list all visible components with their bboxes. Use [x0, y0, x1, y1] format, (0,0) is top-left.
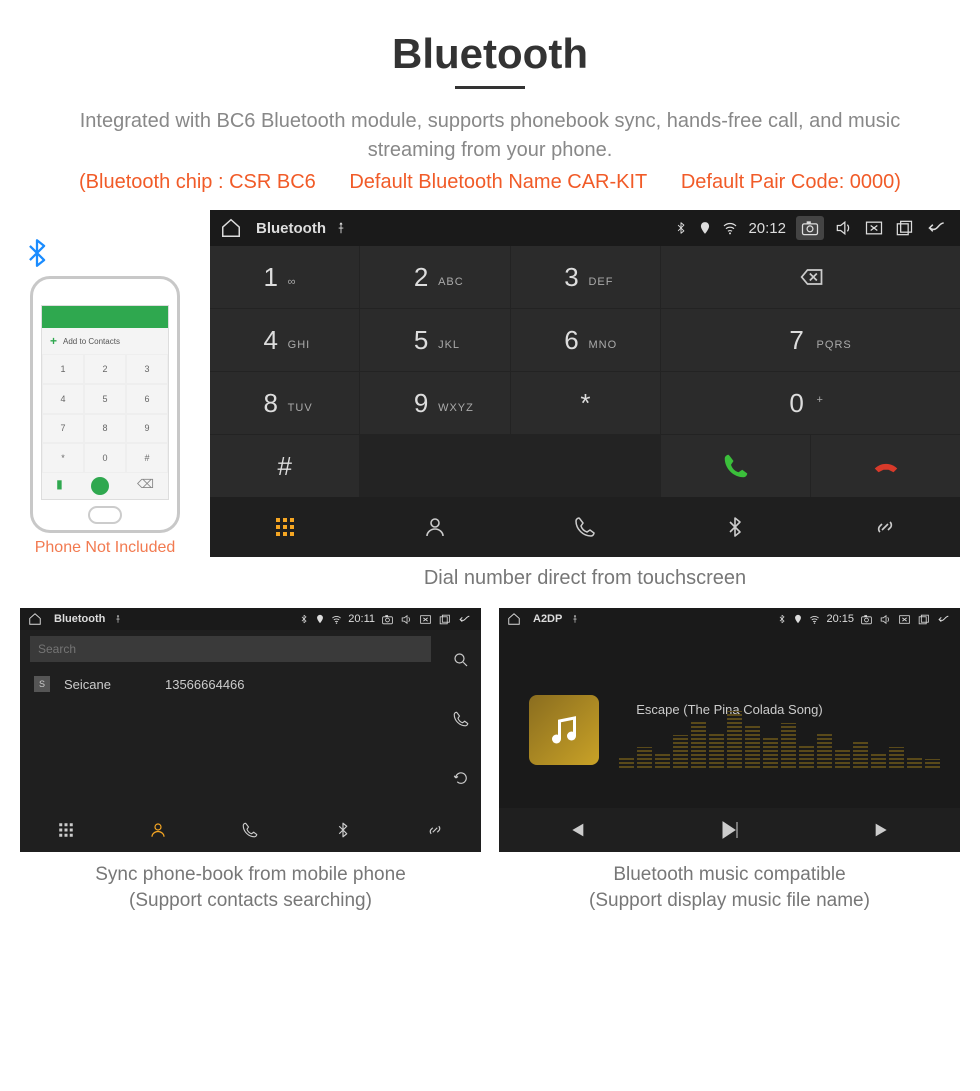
statusbar-dialer: Bluetooth 20:12 [210, 210, 960, 246]
tab-dialpad[interactable] [20, 808, 112, 852]
usb-icon [570, 614, 580, 624]
key-0[interactable]: 0+ [661, 372, 960, 434]
hangup-button[interactable] [811, 435, 960, 497]
music-controls [499, 808, 960, 852]
recent-icon[interactable] [438, 613, 451, 626]
camera-icon[interactable] [381, 613, 394, 626]
key-hash[interactable]: # [210, 435, 359, 497]
contact-row[interactable]: S Seicane 13566664466 [20, 668, 441, 700]
statusbar-music: A2DP 20:15 [499, 608, 960, 630]
play-button[interactable] [653, 808, 807, 852]
volume-icon[interactable] [400, 613, 413, 626]
clock: 20:12 [748, 220, 786, 237]
page-title: Bluetooth [20, 30, 960, 78]
contact-number: 13566664466 [165, 677, 245, 692]
bluetooth-icon [674, 221, 688, 235]
page-subtitle: Integrated with BC6 Bluetooth module, su… [40, 107, 940, 165]
back-icon[interactable] [924, 218, 950, 238]
tab-pair[interactable] [810, 497, 960, 557]
key-9[interactable]: 9WXYZ [360, 372, 509, 434]
next-button[interactable] [806, 808, 960, 852]
contact-name: Seicane [64, 677, 111, 692]
volume-icon[interactable] [879, 613, 892, 626]
volume-icon[interactable] [834, 218, 854, 238]
key-1[interactable]: 1∞ [210, 246, 359, 308]
refresh-icon[interactable] [452, 769, 470, 787]
call-button[interactable] [661, 435, 810, 497]
phone-keypad: 123 456 789 *0# [42, 354, 168, 473]
tab-dialpad[interactable] [210, 497, 360, 557]
key-7[interactable]: 7PQRS [661, 309, 960, 371]
recent-icon[interactable] [894, 218, 914, 238]
wifi-icon [722, 220, 738, 236]
close-icon[interactable] [864, 218, 884, 238]
backspace-button[interactable] [661, 246, 960, 308]
key-3[interactable]: 3DEF [511, 246, 660, 308]
tab-recents[interactable] [510, 497, 660, 557]
close-icon[interactable] [419, 613, 432, 626]
back-icon[interactable] [457, 613, 473, 626]
phonebook-caption: Sync phone-book from mobile phone (Suppo… [20, 862, 481, 913]
back-icon[interactable] [936, 613, 952, 626]
music-body: Escape (The Pina Colada Song) [499, 630, 960, 808]
search-input[interactable] [30, 636, 431, 662]
statusbar-phonebook: Bluetooth 20:11 [20, 608, 481, 630]
tab-contacts[interactable] [360, 497, 510, 557]
tab-contacts[interactable] [112, 808, 204, 852]
title-underline [455, 86, 525, 89]
search-icon[interactable] [452, 651, 470, 669]
key-5[interactable]: 5JKL [360, 309, 509, 371]
add-contacts-label: Add to Contacts [42, 328, 168, 354]
usb-icon [113, 614, 123, 624]
home-icon[interactable] [28, 612, 42, 626]
phonebook-toolbar [20, 808, 481, 852]
dialer-keypad: 1∞ 2ABC 3DEF 4GHI 5JKL 6MNO 7PQRS 8TUV [210, 246, 960, 497]
home-icon[interactable] [507, 612, 521, 626]
location-icon [698, 221, 712, 235]
phone-not-included-label: Phone Not Included [20, 539, 190, 557]
prev-button[interactable] [499, 808, 653, 852]
home-icon[interactable] [220, 217, 242, 239]
tab-bluetooth[interactable] [660, 497, 810, 557]
recent-icon[interactable] [917, 613, 930, 626]
dialer-caption: Dial number direct from touchscreen [210, 567, 960, 590]
bluetooth-specs: (Bluetooth chip : CSR BC6 Default Blueto… [20, 171, 960, 194]
contact-initial: S [34, 676, 50, 692]
tab-bluetooth[interactable] [297, 808, 389, 852]
tab-pair[interactable] [389, 808, 481, 852]
key-8[interactable]: 8TUV [210, 372, 359, 434]
key-2[interactable]: 2ABC [360, 246, 509, 308]
phone-mockup: Add to Contacts 123 456 789 *0# ▮ ⌫ [30, 276, 180, 533]
usb-icon [334, 221, 348, 235]
dialer-toolbar [210, 497, 960, 557]
camera-icon[interactable] [860, 613, 873, 626]
key-4[interactable]: 4GHI [210, 309, 359, 371]
album-art-icon [529, 695, 599, 765]
call-icon[interactable] [452, 710, 470, 728]
bluetooth-icon [20, 236, 190, 270]
tab-recents[interactable] [204, 808, 296, 852]
close-icon[interactable] [898, 613, 911, 626]
equalizer-visual [619, 708, 940, 768]
key-6[interactable]: 6MNO [511, 309, 660, 371]
music-caption: Bluetooth music compatible (Support disp… [499, 862, 960, 913]
camera-icon[interactable] [796, 216, 824, 240]
key-star[interactable]: * [511, 372, 660, 434]
